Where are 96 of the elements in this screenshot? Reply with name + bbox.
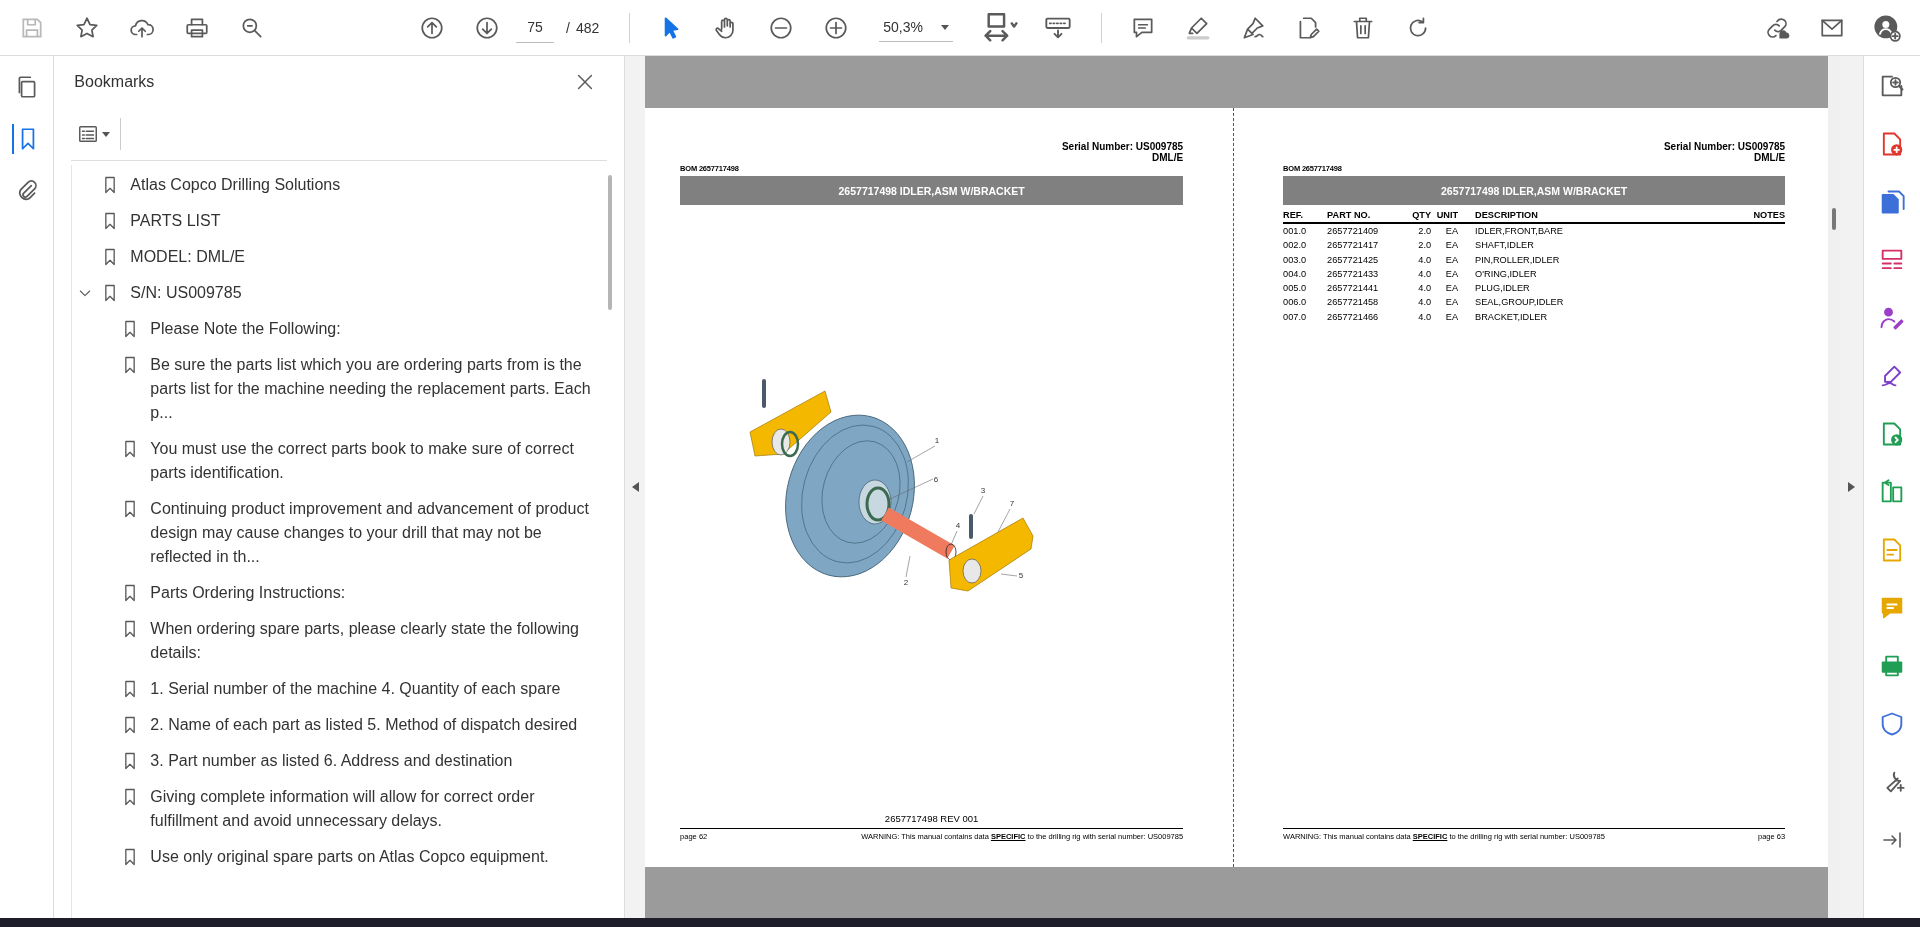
bookmark-item[interactable]: Atlas Copco Drilling Solutions xyxy=(130,173,601,197)
add-user-button[interactable] xyxy=(1872,12,1902,43)
model-name: DML/E xyxy=(1753,152,1786,163)
table-cell: 005.0 xyxy=(1283,283,1307,294)
revision-code: 2657717498 REV 001 xyxy=(884,813,979,824)
table-cell: BRACKET,IDLER xyxy=(1475,311,1548,322)
serial-number: Serial Number: US009785 xyxy=(1662,141,1786,152)
bookmark-item[interactable]: PARTS LIST xyxy=(130,209,601,233)
table-cell: PIN,ROLLER,IDLER xyxy=(1475,254,1560,265)
bookmark-item[interactable]: When ordering spare parts, please clearly state the following details: xyxy=(150,617,606,665)
collapse-left-icon[interactable] xyxy=(631,482,639,492)
arrow-down-icon xyxy=(474,14,500,41)
serial-number: Serial Number: US009785 xyxy=(1060,141,1184,152)
bookmark-item[interactable]: MODEL: DML/E xyxy=(130,245,601,269)
highlighter-icon xyxy=(1185,14,1212,41)
table-cell: 2657721458 xyxy=(1327,297,1379,308)
section-title-bar: 2657717498 IDLER,ASM W/BRACKET xyxy=(1283,176,1786,205)
bookmark-item[interactable]: Parts Ordering Instructions: xyxy=(150,581,606,605)
column-header: QTY xyxy=(1407,209,1432,224)
section-title-bar: 2657717498 IDLER,ASM W/BRACKET xyxy=(680,176,1184,205)
table-cell: 4.0 xyxy=(1418,268,1432,279)
page-total: 482 xyxy=(575,19,600,36)
leader-line xyxy=(1000,573,1018,577)
table-cell: EA xyxy=(1445,311,1459,322)
scrollbar-thumb[interactable] xyxy=(1832,208,1837,230)
table-cell: IDLER,FRONT,BARE xyxy=(1475,226,1563,236)
model-name: DML/E xyxy=(1151,152,1184,163)
table-cell: PLUG,IDLER xyxy=(1475,283,1530,294)
table-cell: 4.0 xyxy=(1418,283,1432,294)
panel-title: Bookmarks xyxy=(74,73,155,91)
minus-circle-icon xyxy=(768,14,795,41)
scrollbar-thumb[interactable] xyxy=(608,175,613,310)
callout-number: 2 xyxy=(903,578,909,587)
leader-line xyxy=(889,478,934,500)
table-cell: SEAL,GROUP,IDLER xyxy=(1475,297,1564,308)
callout-number: 5 xyxy=(1018,571,1024,580)
bookmark-item[interactable]: Please Note the Following: xyxy=(150,317,606,341)
list-icon xyxy=(77,123,100,145)
bookmark-item[interactable]: Giving complete information will allow for correct order fulfillment and avoid unnecessary delays. xyxy=(150,785,606,833)
table-cell: 2657721441 xyxy=(1327,283,1379,294)
table-cell: 2657721417 xyxy=(1327,240,1379,251)
table-cell: 2657721433 xyxy=(1327,268,1379,279)
table-cell: EA xyxy=(1445,226,1459,236)
table-cell: SHAFT,IDLER xyxy=(1475,240,1534,251)
table-cell: EA xyxy=(1445,268,1459,279)
zoom-dropdown[interactable]: 50,3% xyxy=(879,13,954,42)
caret-icon xyxy=(102,131,111,137)
column-header: PART NO. xyxy=(1327,209,1408,224)
bookmark-item[interactable]: 3. Part number as listed 6. Address and destination xyxy=(150,749,606,773)
table-cell: 003.0 xyxy=(1283,254,1307,265)
callout-number: 3 xyxy=(980,486,986,495)
column-header: NOTES xyxy=(1753,209,1786,224)
callout-number: 7 xyxy=(1009,499,1015,508)
page-number-field[interactable]: 75 xyxy=(516,12,554,43)
leader-line xyxy=(973,495,984,515)
table-cell: 2.0 xyxy=(1418,226,1432,236)
bookmark-item[interactable]: 2. Name of each part as listed 5. Method of dispatch desired xyxy=(150,713,606,737)
table-cell: 007.0 xyxy=(1283,311,1307,322)
expand-right-icon[interactable] xyxy=(1847,482,1855,492)
caret-icon xyxy=(941,24,950,30)
table-cell: 2657721409 xyxy=(1327,226,1379,236)
table-cell: EA xyxy=(1445,297,1459,308)
column-header: REF. xyxy=(1283,209,1328,224)
table-cell: 2657721425 xyxy=(1327,254,1379,265)
leader-line xyxy=(950,530,958,546)
bookmark-item[interactable]: S/N: US009785 xyxy=(130,281,601,305)
table-cell: 4.0 xyxy=(1418,297,1432,308)
table-cell: EA xyxy=(1445,240,1459,251)
table-cell: 001.0 xyxy=(1283,226,1307,236)
table-cell: O'RING,IDLER xyxy=(1475,268,1537,279)
callout-number: 6 xyxy=(933,475,939,484)
table-cell: 002.0 xyxy=(1283,240,1307,251)
table-cell: 2657721466 xyxy=(1327,311,1379,322)
callout-number: 1 xyxy=(934,436,940,445)
bookmark-item[interactable]: You must use the correct parts book to make sure of correct parts identification. xyxy=(150,437,606,485)
leader-line xyxy=(997,508,1011,533)
leader-line xyxy=(906,445,936,463)
table-cell: 2.0 xyxy=(1418,240,1432,251)
table-cell: EA xyxy=(1445,283,1459,294)
table-cell: 4.0 xyxy=(1418,254,1432,265)
table-cell: 006.0 xyxy=(1283,297,1307,308)
page-separator: / xyxy=(566,19,570,36)
bookmark-item[interactable]: 1. Serial number of the machine 4. Quantity of each spare xyxy=(150,677,606,701)
column-header: UNIT xyxy=(1431,209,1459,224)
bookmark-item[interactable]: Be sure the parts list which you are ordering parts from is the parts list for the machine needing the replacement parts. Each p... xyxy=(150,353,606,425)
callout-number: 4 xyxy=(955,521,961,530)
plus-circle-icon xyxy=(823,14,850,41)
bookmark-item[interactable]: Continuing product improvement and advancement of product design may cause changes to your drill that may not be reflected in th... xyxy=(150,497,606,569)
bookmark-item[interactable]: Use only original spare parts on Atlas Copco equipment. xyxy=(150,845,606,869)
user-plus-icon xyxy=(1873,13,1901,42)
arrow-up-icon xyxy=(419,14,445,41)
column-header: DESCRIPTION xyxy=(1458,209,1754,224)
leader-line xyxy=(905,555,911,578)
table-cell: 004.0 xyxy=(1283,268,1307,279)
table-cell: EA xyxy=(1445,254,1459,265)
table-cell: 4.0 xyxy=(1418,311,1432,322)
